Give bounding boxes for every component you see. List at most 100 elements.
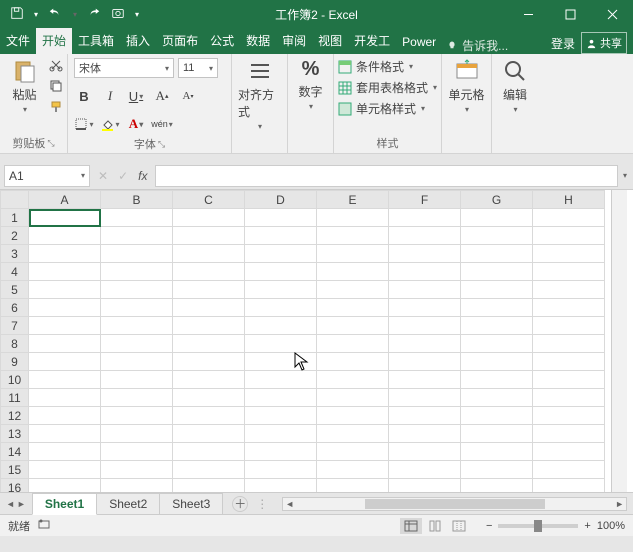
cell[interactable] bbox=[461, 371, 533, 389]
save-icon[interactable] bbox=[10, 6, 24, 23]
cell[interactable] bbox=[461, 245, 533, 263]
cell[interactable] bbox=[173, 479, 245, 493]
cell[interactable] bbox=[317, 245, 389, 263]
cell[interactable] bbox=[29, 281, 101, 299]
cell[interactable] bbox=[461, 407, 533, 425]
cell-styles-button[interactable]: 单元格样式▾ bbox=[338, 100, 437, 117]
format-painter-icon[interactable] bbox=[49, 100, 63, 117]
italic-button[interactable]: I bbox=[100, 86, 120, 106]
tab-review[interactable]: 审阅 bbox=[276, 27, 312, 54]
scroll-right-icon[interactable]: ► bbox=[615, 499, 624, 509]
cell[interactable] bbox=[389, 263, 461, 281]
row-header[interactable]: 14 bbox=[1, 443, 29, 461]
increase-font-button[interactable]: A▴ bbox=[152, 86, 172, 106]
cell[interactable] bbox=[317, 317, 389, 335]
cell[interactable] bbox=[461, 461, 533, 479]
fx-icon[interactable]: fx bbox=[138, 169, 147, 183]
cell[interactable] bbox=[533, 263, 605, 281]
undo-icon[interactable] bbox=[48, 6, 62, 23]
col-header[interactable]: F bbox=[389, 191, 461, 209]
cell[interactable] bbox=[173, 461, 245, 479]
cell[interactable] bbox=[29, 479, 101, 493]
cell[interactable] bbox=[173, 209, 245, 227]
font-dialog-icon[interactable]: ⤡ bbox=[158, 139, 165, 150]
col-header[interactable]: E bbox=[317, 191, 389, 209]
tab-power[interactable]: Power bbox=[396, 30, 442, 54]
cell[interactable] bbox=[461, 353, 533, 371]
col-header[interactable]: B bbox=[101, 191, 173, 209]
cell[interactable] bbox=[461, 281, 533, 299]
font-color-button[interactable]: A▾ bbox=[126, 114, 146, 134]
zoom-out-button[interactable]: − bbox=[486, 520, 492, 532]
copy-icon[interactable] bbox=[49, 79, 63, 96]
cell[interactable] bbox=[461, 209, 533, 227]
conditional-format-button[interactable]: 条件格式▾ bbox=[338, 58, 437, 75]
cell[interactable] bbox=[245, 209, 317, 227]
cell[interactable] bbox=[389, 389, 461, 407]
worksheet-grid[interactable]: A B C D E F G H 1 2 3 4 5 6 7 8 9 10 11 … bbox=[0, 190, 633, 492]
number-button[interactable]: % 数字▾ bbox=[291, 58, 331, 111]
editing-button[interactable]: 编辑▾ bbox=[495, 58, 535, 114]
tab-file[interactable]: 文件 bbox=[0, 27, 36, 54]
sheet-tab[interactable]: Sheet3 bbox=[159, 493, 223, 514]
minimize-button[interactable] bbox=[507, 0, 549, 28]
maximize-button[interactable] bbox=[549, 0, 591, 28]
cell[interactable] bbox=[389, 461, 461, 479]
cell[interactable] bbox=[533, 227, 605, 245]
cell[interactable] bbox=[245, 281, 317, 299]
col-header[interactable]: D bbox=[245, 191, 317, 209]
clipboard-dialog-icon[interactable]: ⤡ bbox=[47, 138, 54, 149]
cell[interactable] bbox=[245, 443, 317, 461]
cell[interactable] bbox=[245, 227, 317, 245]
bold-button[interactable]: B bbox=[74, 86, 94, 106]
cell[interactable] bbox=[245, 335, 317, 353]
tab-developer[interactable]: 开发工 bbox=[348, 27, 396, 54]
col-header[interactable]: A bbox=[29, 191, 101, 209]
vertical-scrollbar[interactable] bbox=[611, 190, 627, 492]
cell[interactable] bbox=[29, 299, 101, 317]
cell[interactable] bbox=[29, 245, 101, 263]
cell[interactable] bbox=[29, 443, 101, 461]
font-name-combo[interactable]: 宋体▾ bbox=[74, 58, 174, 78]
cell[interactable] bbox=[245, 461, 317, 479]
cell[interactable] bbox=[317, 407, 389, 425]
cell[interactable] bbox=[101, 227, 173, 245]
cell[interactable] bbox=[29, 209, 101, 227]
cell[interactable] bbox=[317, 299, 389, 317]
phonetic-button[interactable]: wén▾ bbox=[152, 114, 172, 134]
tab-insert[interactable]: 插入 bbox=[120, 27, 156, 54]
cell[interactable] bbox=[533, 371, 605, 389]
cell[interactable] bbox=[245, 479, 317, 493]
scroll-left-icon[interactable]: ◄ bbox=[285, 499, 294, 509]
cell[interactable] bbox=[317, 335, 389, 353]
cell[interactable] bbox=[317, 371, 389, 389]
page-break-view-button[interactable] bbox=[448, 518, 470, 534]
cell[interactable] bbox=[29, 353, 101, 371]
cell[interactable] bbox=[389, 299, 461, 317]
font-size-combo[interactable]: 11▾ bbox=[178, 58, 218, 78]
sheet-nav-first-icon[interactable]: ◄ bbox=[6, 499, 15, 509]
col-header[interactable]: H bbox=[533, 191, 605, 209]
cell[interactable] bbox=[533, 479, 605, 493]
row-header[interactable]: 11 bbox=[1, 389, 29, 407]
cell[interactable] bbox=[173, 353, 245, 371]
underline-button[interactable]: U▾ bbox=[126, 86, 146, 106]
cell[interactable] bbox=[533, 245, 605, 263]
qat-dropdown-icon[interactable]: ▾ bbox=[34, 10, 38, 19]
cell[interactable] bbox=[29, 335, 101, 353]
cell[interactable] bbox=[461, 299, 533, 317]
cell[interactable] bbox=[317, 389, 389, 407]
table-format-button[interactable]: 套用表格格式▾ bbox=[338, 79, 437, 96]
zoom-slider[interactable] bbox=[498, 524, 578, 528]
cell[interactable] bbox=[173, 317, 245, 335]
row-header[interactable]: 15 bbox=[1, 461, 29, 479]
select-all-corner[interactable] bbox=[1, 191, 29, 209]
cell[interactable] bbox=[317, 281, 389, 299]
cell[interactable] bbox=[461, 263, 533, 281]
cell[interactable] bbox=[245, 299, 317, 317]
cell[interactable] bbox=[533, 281, 605, 299]
row-header[interactable]: 5 bbox=[1, 281, 29, 299]
horizontal-scrollbar[interactable]: ◄ ► bbox=[282, 497, 627, 511]
cell[interactable] bbox=[389, 209, 461, 227]
col-header[interactable]: C bbox=[173, 191, 245, 209]
